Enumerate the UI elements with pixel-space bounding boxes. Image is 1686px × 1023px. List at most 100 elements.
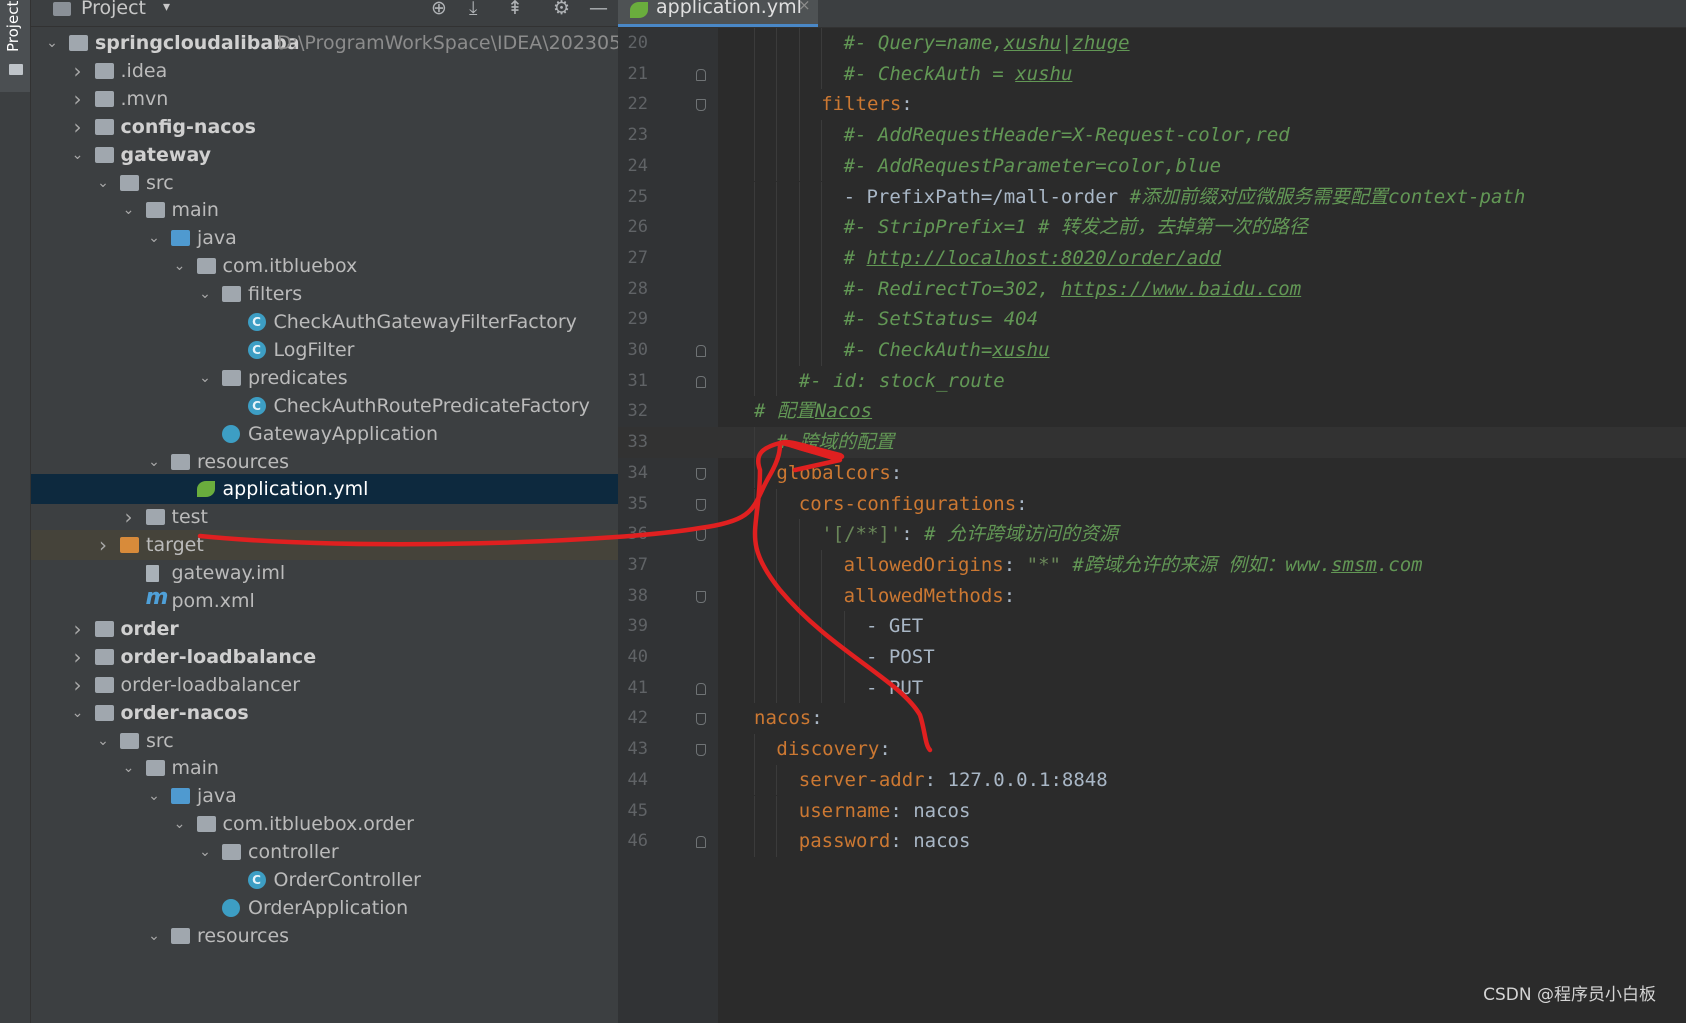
tree-item-logfilter[interactable]: C LogFilter — [31, 335, 664, 365]
tree-item-test[interactable]: › test — [31, 502, 664, 532]
tree-item-application-yml[interactable]: application.yml — [31, 474, 664, 505]
fold-marker-icon[interactable] — [696, 836, 706, 849]
chevron-down-icon[interactable]: ⌄ — [198, 279, 212, 309]
chevron-down-icon[interactable]: ⌄ — [147, 921, 161, 951]
close-icon[interactable]: × — [798, 0, 811, 14]
code-line[interactable]: 44 server-addr: 127.0.0.1:8848 — [618, 764, 1686, 796]
chevron-right-icon[interactable]: › — [71, 670, 85, 700]
tree-item-com-itbluebox[interactable]: ⌄ com.itbluebox — [31, 251, 664, 281]
fold-marker-icon[interactable] — [696, 744, 706, 757]
chevron-down-icon[interactable]: ⌄ — [96, 168, 110, 198]
tree-item-order[interactable]: › order — [31, 614, 664, 644]
fold-marker-icon[interactable] — [696, 529, 706, 542]
chevron-right-icon[interactable]: › — [71, 614, 85, 644]
tree-item-order-loadbalance[interactable]: › order-loadbalance — [31, 642, 664, 672]
fold-marker-icon[interactable] — [696, 467, 706, 480]
tree-item-springcloudalibaba[interactable]: ⌄ springcloudalibaba D:\ProgramWorkSpace\I… — [31, 28, 664, 58]
tree-item-target[interactable]: › target — [31, 530, 664, 561]
code-line[interactable]: 22 filters: — [618, 89, 1686, 121]
code-line[interactable]: 40 - POST — [618, 642, 1686, 673]
tree-item-src[interactable]: ⌄ src — [31, 168, 664, 198]
code-line[interactable]: 35 cors-configurations: — [618, 488, 1686, 520]
tree-item-mvn[interactable]: › .mvn — [31, 84, 664, 114]
locate-icon[interactable]: ⊕ — [431, 0, 447, 19]
chevron-down-icon[interactable]: ⌄ — [173, 809, 187, 839]
project-view-selector[interactable]: Project — [81, 0, 146, 19]
code-line[interactable]: 29 #- SetStatus= 404 — [618, 304, 1686, 335]
tree-item-controller[interactable]: ⌄ controller — [31, 837, 664, 867]
chevron-down-icon[interactable]: ⌄ — [147, 447, 161, 477]
tree-item-main[interactable]: ⌄ main — [31, 753, 664, 783]
code-line[interactable]: 21 #- CheckAuth = xushu — [618, 58, 1686, 90]
code-line[interactable]: 41 - PUT — [618, 672, 1686, 704]
chevron-down-icon[interactable]: ⌄ — [71, 140, 85, 170]
tree-item-ordercontroller[interactable]: C OrderController — [31, 865, 664, 895]
chevron-right-icon[interactable]: › — [71, 642, 85, 672]
fold-marker-icon[interactable] — [696, 345, 706, 357]
code-line[interactable]: 23 #- AddRequestHeader=X-Request-color,re… — [618, 120, 1686, 151]
code-line[interactable]: 31 #- id: stock_route — [618, 365, 1686, 397]
chevron-down-icon[interactable]: ▾ — [163, 0, 170, 15]
tree-item-gatewayapplication[interactable]: GatewayApplication — [31, 419, 664, 449]
fold-marker-icon[interactable] — [696, 99, 706, 112]
code-line[interactable]: 27 # http://localhost:8020/order/add — [618, 242, 1686, 274]
tree-item-checkauthroutepredicatefactory[interactable]: C CheckAuthRoutePredicateFactory — [31, 391, 664, 421]
fold-marker-icon[interactable] — [696, 498, 706, 511]
minimize-icon[interactable]: — — [589, 0, 608, 19]
chevron-down-icon[interactable]: ⌄ — [96, 726, 110, 756]
tree-item-main[interactable]: ⌄ main — [31, 195, 664, 225]
tree-item-checkauthgatewayfilterfactory[interactable]: C CheckAuthGatewayFilterFactory — [31, 307, 664, 337]
code-line[interactable]: 45 username: nacos — [618, 795, 1686, 827]
code-line[interactable]: 25 - PrefixPath=/mall-order #添加前缀对应微服务需要配… — [618, 181, 1686, 213]
code-line[interactable]: 28 #- RedirectTo=302, https://www.baidu.c… — [618, 273, 1686, 305]
chevron-right-icon[interactable]: › — [71, 84, 85, 114]
chevron-down-icon[interactable]: ⌄ — [122, 753, 136, 783]
code-line[interactable]: 30 #- CheckAuth=xushu — [618, 335, 1686, 366]
chevron-right-icon[interactable]: › — [122, 502, 136, 532]
tab-application-yml[interactable]: application.yml × — [618, 0, 818, 27]
chevron-down-icon[interactable]: ⌄ — [198, 363, 212, 393]
tree-item-filters[interactable]: ⌄ filters — [31, 279, 664, 309]
chevron-down-icon[interactable]: ⌄ — [198, 837, 212, 867]
code-line[interactable]: 38 allowedMethods: — [618, 580, 1686, 612]
chevron-down-icon[interactable]: ⌄ — [147, 223, 161, 253]
tree-item-orderapplication[interactable]: OrderApplication — [31, 893, 664, 923]
tree-item-resources[interactable]: ⌄ resources — [31, 921, 664, 951]
code-line[interactable]: 43 discovery: — [618, 734, 1686, 765]
fold-marker-icon[interactable] — [696, 68, 706, 81]
tree-item-config-nacos[interactable]: › config-nacos — [31, 112, 664, 142]
code-line[interactable]: 36 '[/**]': # 允许跨域访问的资源 — [618, 519, 1686, 550]
chevron-down-icon[interactable]: ⌄ — [147, 781, 161, 811]
tree-item-java[interactable]: ⌄ java — [31, 223, 664, 253]
tree-item-gateway[interactable]: ⌄ gateway — [31, 140, 664, 170]
chevron-down-icon[interactable]: ⌄ — [71, 698, 85, 728]
fold-marker-icon[interactable] — [696, 682, 706, 695]
collapse-all-icon[interactable]: ⇞ — [507, 0, 523, 19]
tree-item-resources[interactable]: ⌄ resources — [31, 447, 664, 477]
chevron-right-icon[interactable]: › — [71, 112, 85, 142]
tree-item-java[interactable]: ⌄ java — [31, 781, 664, 811]
tree-item-order-nacos[interactable]: ⌄ order-nacos — [31, 698, 664, 728]
project-tool-button[interactable]: Project — [0, 0, 30, 92]
code-line[interactable]: 42 nacos: — [618, 703, 1686, 734]
fold-marker-icon[interactable] — [696, 590, 706, 603]
tree-item-idea[interactable]: › .idea — [31, 56, 664, 86]
code-line[interactable]: 32 # 配置Nacos — [618, 396, 1686, 427]
tree-item-predicates[interactable]: ⌄ predicates — [31, 363, 664, 393]
chevron-right-icon[interactable]: › — [71, 56, 85, 86]
chevron-down-icon[interactable]: ⌄ — [45, 28, 59, 58]
code-line[interactable]: 39 - GET — [618, 611, 1686, 642]
tree-item-gateway-iml[interactable]: gateway.iml — [31, 558, 664, 588]
tree-item-order-loadbalancer[interactable]: › order-loadbalancer — [31, 670, 664, 700]
tree-item-com-itbluebox-order[interactable]: ⌄ com.itbluebox.order — [31, 809, 664, 839]
chevron-down-icon[interactable]: ⌄ — [122, 195, 136, 225]
code-line[interactable]: 20 #- Query=name,xushu|zhuge — [618, 28, 1686, 59]
code-line[interactable]: 26 #- StripPrefix=1 # 转发之前，去掉第一次的路径 — [618, 212, 1686, 243]
code-line[interactable]: 33 # 跨域的配置 — [618, 427, 1686, 458]
chevron-down-icon[interactable]: ⌄ — [173, 251, 187, 281]
tree-item-pom-xml[interactable]: m pom.xml — [31, 586, 664, 616]
code-line[interactable]: 46 password: nacos — [618, 826, 1686, 857]
expand-all-icon[interactable]: ⤓ — [469, 0, 477, 19]
gear-icon[interactable]: ⚙ — [553, 0, 570, 19]
fold-marker-icon[interactable] — [696, 713, 706, 726]
